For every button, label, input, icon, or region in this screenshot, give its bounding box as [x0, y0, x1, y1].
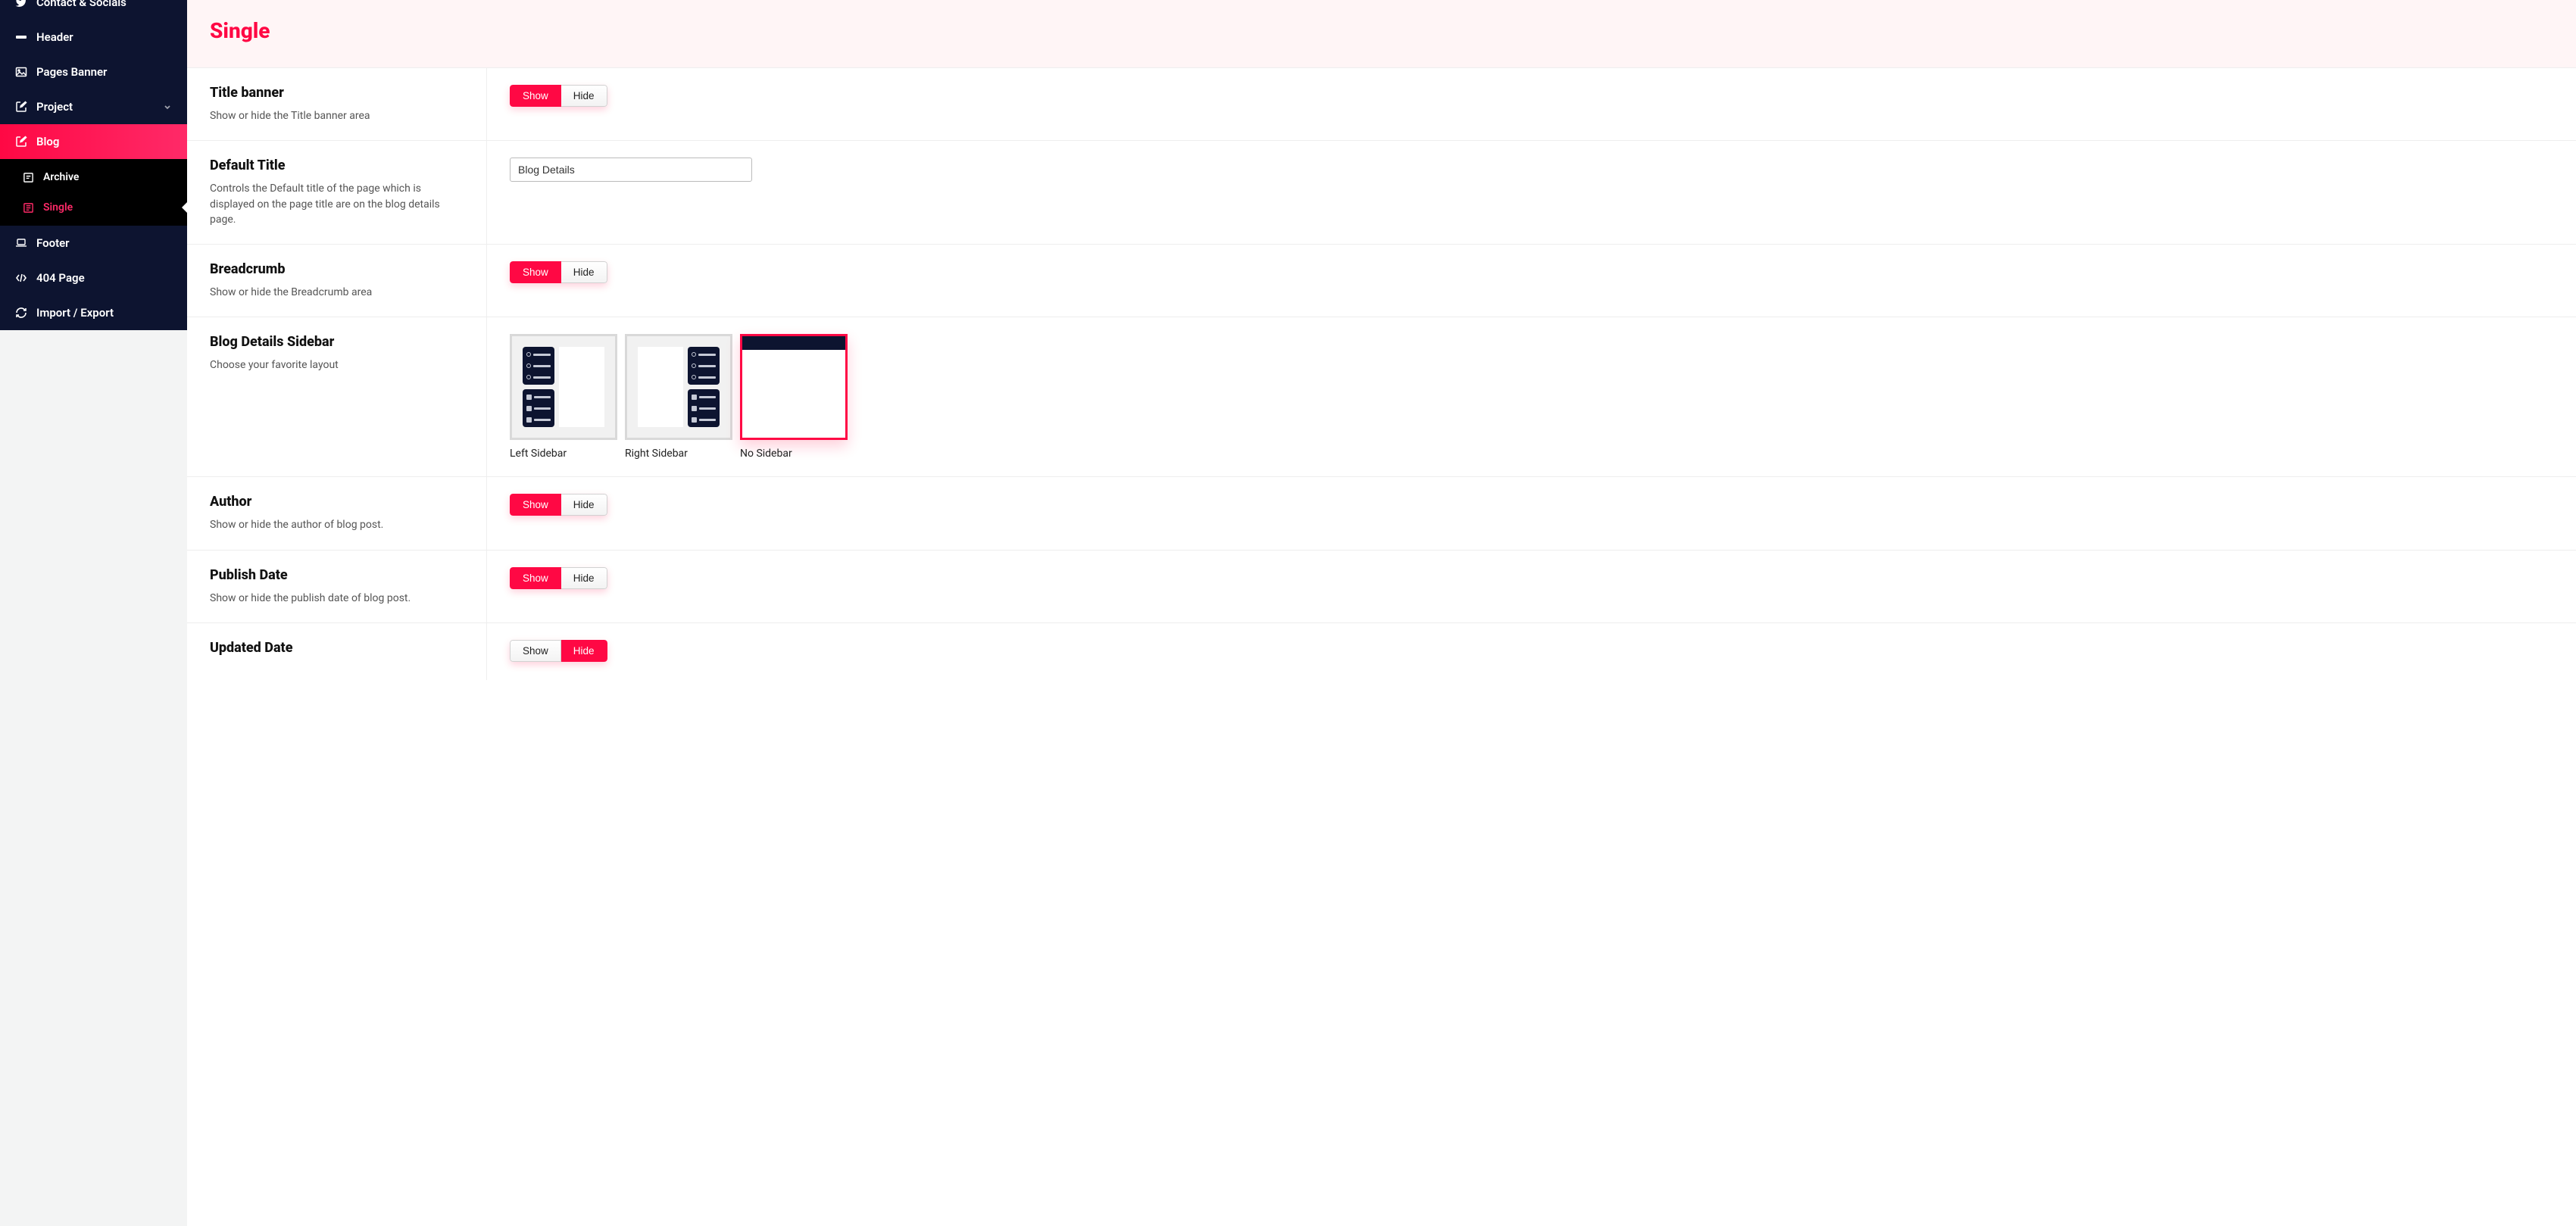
field-default-title: Default Title Controls the Default title…	[187, 141, 2576, 245]
sidebar-item-404[interactable]: 404 Page	[0, 260, 187, 295]
sidebar-item-label: Project	[36, 100, 73, 114]
layout-caption: No Sidebar	[740, 448, 848, 460]
layout-option-left-sidebar[interactable]: Left Sidebar	[510, 334, 617, 460]
refresh-icon	[15, 307, 27, 319]
image-icon	[15, 66, 27, 78]
sidebar-item-import-export[interactable]: Import / Export	[0, 295, 187, 330]
toggle-breadcrumb: Show Hide	[510, 261, 607, 283]
field-author: Author Show or hide the author of blog p…	[187, 477, 2576, 550]
toggle-show[interactable]: Show	[510, 640, 561, 662]
sidebar-submenu-blog: Archive Single	[0, 159, 187, 226]
toggle-show[interactable]: Show	[510, 494, 561, 516]
field-title: Title banner	[210, 85, 464, 101]
sidebar-subitem-single[interactable]: Single	[0, 192, 187, 223]
toggle-title-banner: Show Hide	[510, 85, 607, 107]
layout-caption: Left Sidebar	[510, 448, 617, 460]
edit-square-icon	[15, 136, 27, 148]
page-title: Single	[210, 18, 2553, 43]
settings-sidebar: Contact & Socials Header Pages Banner Pr…	[0, 0, 187, 1226]
sidebar-item-label: Blog	[36, 135, 59, 148]
sidebar-item-blog[interactable]: Blog	[0, 124, 187, 159]
field-updated-date: Updated Date Show Hide	[187, 623, 2576, 680]
field-title: Default Title	[210, 158, 464, 173]
sidebar-item-label: Header	[36, 30, 73, 44]
edit-note-icon	[23, 172, 34, 183]
toggle-hide[interactable]: Hide	[561, 85, 607, 107]
field-desc: Controls the Default title of the page w…	[210, 181, 464, 227]
toggle-author: Show Hide	[510, 494, 607, 516]
code-icon	[15, 272, 27, 284]
toggle-updated-date: Show Hide	[510, 640, 607, 662]
twitter-icon	[15, 0, 27, 8]
layout-option-no-sidebar[interactable]: No Sidebar	[740, 334, 848, 460]
toggle-hide[interactable]: Hide	[561, 640, 607, 662]
field-sidebar-layout: Blog Details Sidebar Choose your favorit…	[187, 317, 2576, 477]
field-title: Updated Date	[210, 640, 464, 656]
laptop-icon	[15, 237, 27, 249]
field-desc: Show or hide the publish date of blog po…	[210, 591, 464, 606]
page-header: Single	[187, 0, 2576, 68]
field-desc: Show or hide the Breadcrumb area	[210, 285, 464, 300]
toggle-hide[interactable]: Hide	[561, 567, 607, 589]
sidebar-item-project[interactable]: Project	[0, 89, 187, 124]
chevron-down-icon	[163, 102, 172, 111]
field-breadcrumb: Breadcrumb Show or hide the Breadcrumb a…	[187, 245, 2576, 317]
field-desc: Choose your favorite layout	[210, 357, 464, 373]
sidebar-item-label: Contact & Socials	[36, 0, 126, 9]
sidebar-item-contact-socials[interactable]: Contact & Socials	[0, 0, 187, 20]
settings-panel: Single Title banner Show or hide the Tit…	[187, 0, 2576, 1226]
sidebar-item-label: Pages Banner	[36, 65, 107, 79]
field-title: Blog Details Sidebar	[210, 334, 464, 350]
toggle-publish-date: Show Hide	[510, 567, 607, 589]
field-desc: Show or hide the Title banner area	[210, 108, 464, 123]
layout-option-right-sidebar[interactable]: Right Sidebar	[625, 334, 732, 460]
layout-options: Left Sidebar	[510, 334, 848, 460]
toggle-hide[interactable]: Hide	[561, 494, 607, 516]
edit-square-icon	[15, 101, 27, 113]
sidebar-item-footer[interactable]: Footer	[0, 226, 187, 260]
sidebar-item-header[interactable]: Header	[0, 20, 187, 55]
field-publish-date: Publish Date Show or hide the publish da…	[187, 551, 2576, 623]
field-title-banner: Title banner Show or hide the Title bann…	[187, 68, 2576, 141]
default-title-input[interactable]	[510, 158, 752, 182]
header-icon	[15, 31, 27, 43]
toggle-show[interactable]: Show	[510, 261, 561, 283]
toggle-show[interactable]: Show	[510, 85, 561, 107]
sidebar-subitem-archive[interactable]: Archive	[0, 162, 187, 192]
sidebar-subitem-label: Single	[43, 201, 73, 214]
field-title: Breadcrumb	[210, 261, 464, 277]
sidebar-subitem-label: Archive	[43, 171, 79, 183]
sidebar-item-label: 404 Page	[36, 271, 85, 285]
toggle-hide[interactable]: Hide	[561, 261, 607, 283]
toggle-show[interactable]: Show	[510, 567, 561, 589]
sidebar-item-label: Footer	[36, 236, 70, 250]
post-icon	[23, 202, 34, 214]
sidebar-item-label: Import / Export	[36, 306, 114, 320]
sidebar-item-pages-banner[interactable]: Pages Banner	[0, 55, 187, 89]
layout-caption: Right Sidebar	[625, 448, 732, 460]
field-title: Author	[210, 494, 464, 510]
field-title: Publish Date	[210, 567, 464, 583]
field-desc: Show or hide the author of blog post.	[210, 517, 464, 532]
